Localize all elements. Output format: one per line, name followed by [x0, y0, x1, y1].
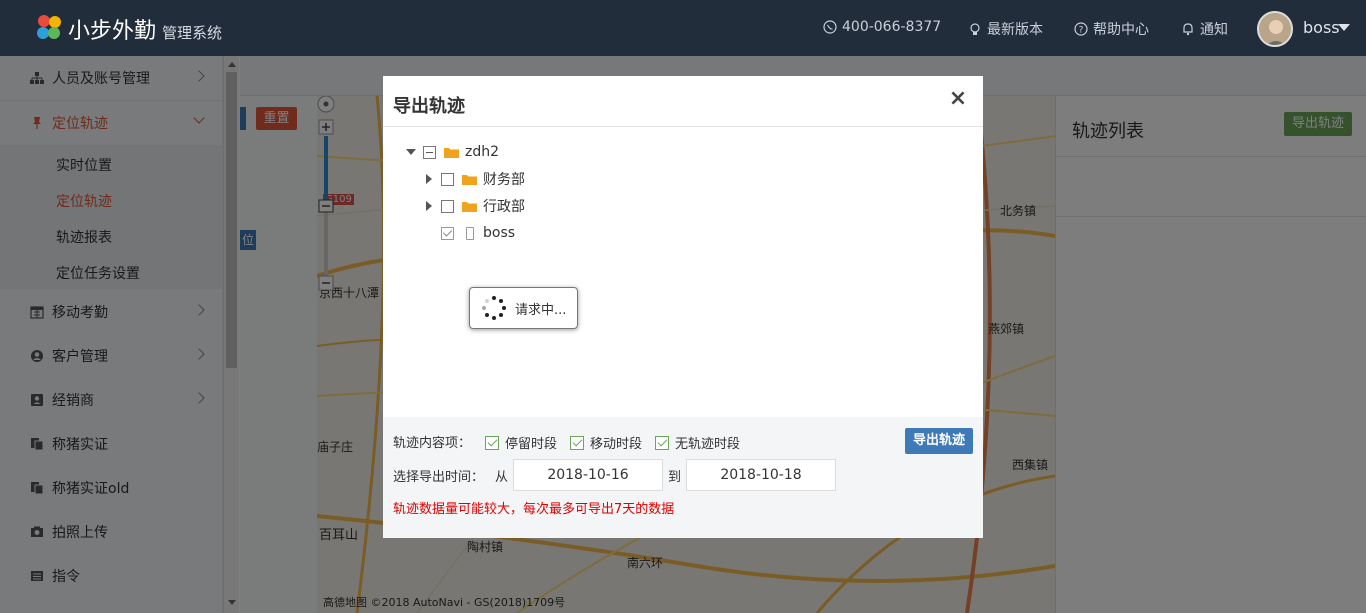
brand-subtitle: 管理系统: [162, 24, 223, 42]
collapse-arrow-icon[interactable]: [426, 174, 432, 184]
checkbox-checked[interactable]: [570, 435, 584, 450]
from-label: 从: [495, 470, 509, 485]
caret-down-icon[interactable]: [1338, 24, 1350, 31]
tree-checkbox[interactable]: [423, 145, 436, 159]
top-header: 小步外勤 管理系统 400-066-8377 最新版本 ? 帮助中心 通知 bo…: [0, 0, 1366, 56]
export-track-button[interactable]: 导出轨迹: [905, 428, 973, 454]
to-label: 到: [668, 470, 682, 485]
end-date-input[interactable]: 2018-10-18: [686, 459, 836, 491]
latest-version-link[interactable]: 最新版本: [968, 19, 1043, 39]
notifications-label: 通知: [1200, 22, 1228, 38]
checkbox-checked[interactable]: [485, 435, 499, 450]
tree-checkbox[interactable]: [441, 172, 454, 186]
phone-number: 400-066-8377: [842, 19, 942, 35]
avatar-image: [1259, 13, 1291, 45]
checkbox-checked[interactable]: [655, 435, 669, 450]
bell-icon: [1183, 23, 1193, 36]
help-icon: ?: [1074, 22, 1088, 36]
help-center-link[interactable]: ? 帮助中心: [1074, 19, 1149, 39]
bulb-icon: [970, 23, 980, 35]
tree-node-finance[interactable]: 财务部: [426, 169, 525, 189]
content-items-label: 轨迹内容项：: [393, 436, 472, 451]
option-label: 移动时段: [590, 437, 643, 452]
option-stay-periods[interactable]: 停留时段: [485, 433, 557, 452]
option-moving-periods[interactable]: 移动时段: [570, 433, 642, 452]
folder-icon: [462, 202, 477, 212]
dialog-header: 导出轨迹 ×: [383, 76, 983, 127]
expand-arrow-icon[interactable]: [406, 149, 416, 155]
phone-icon: [823, 20, 837, 34]
loading-text: 请求中...: [515, 302, 567, 318]
tree-node-root[interactable]: zdh2: [406, 142, 499, 162]
tree-checkbox[interactable]: [441, 226, 454, 240]
username[interactable]: boss: [1303, 18, 1340, 37]
close-icon[interactable]: ×: [948, 88, 968, 110]
start-date-input[interactable]: 2018-10-16: [513, 459, 663, 491]
tree-checkbox[interactable]: [441, 199, 454, 213]
tree-node-boss[interactable]: boss: [441, 223, 515, 243]
loading-indicator: 请求中...: [469, 287, 578, 329]
help-center-label: 帮助中心: [1093, 22, 1149, 38]
phone-link[interactable]: 400-066-8377: [823, 19, 941, 35]
folder-icon: [444, 148, 459, 158]
phone-icon: [466, 226, 474, 240]
tree-node-label: zdh2: [465, 144, 500, 160]
collapse-arrow-icon[interactable]: [426, 201, 432, 211]
export-track-dialog: 导出轨迹 × zdh2 财务部 行政部 boss 请求中... 轨迹内容项： 停…: [383, 76, 983, 538]
tree-node-admin[interactable]: 行政部: [426, 196, 525, 216]
tree-node-label: 行政部: [483, 199, 525, 215]
logo-icon: [37, 15, 61, 39]
option-no-track-periods[interactable]: 无轨迹时段: [655, 433, 740, 452]
latest-version-label: 最新版本: [987, 22, 1043, 38]
export-limit-warning: 轨迹数据量可能较大，每次最多可导出7天的数据: [393, 502, 675, 517]
svg-text:?: ?: [1079, 26, 1084, 36]
option-label: 停留时段: [505, 437, 558, 452]
notifications-link[interactable]: 通知: [1181, 19, 1228, 39]
tree-node-label: boss: [483, 225, 516, 241]
dialog-footer: 轨迹内容项： 停留时段 移动时段 无轨迹时段 导出轨迹 选择导出时间： 从 20…: [383, 417, 983, 538]
tree-node-label: 财务部: [483, 172, 525, 188]
brand-name: 小步外勤: [68, 19, 157, 44]
time-select-label: 选择导出时间：: [393, 470, 485, 485]
avatar[interactable]: [1257, 11, 1293, 47]
folder-icon: [462, 175, 477, 185]
dialog-title: 导出轨迹: [393, 96, 465, 117]
spinner-icon: [482, 296, 506, 320]
option-label: 无轨迹时段: [675, 437, 741, 452]
